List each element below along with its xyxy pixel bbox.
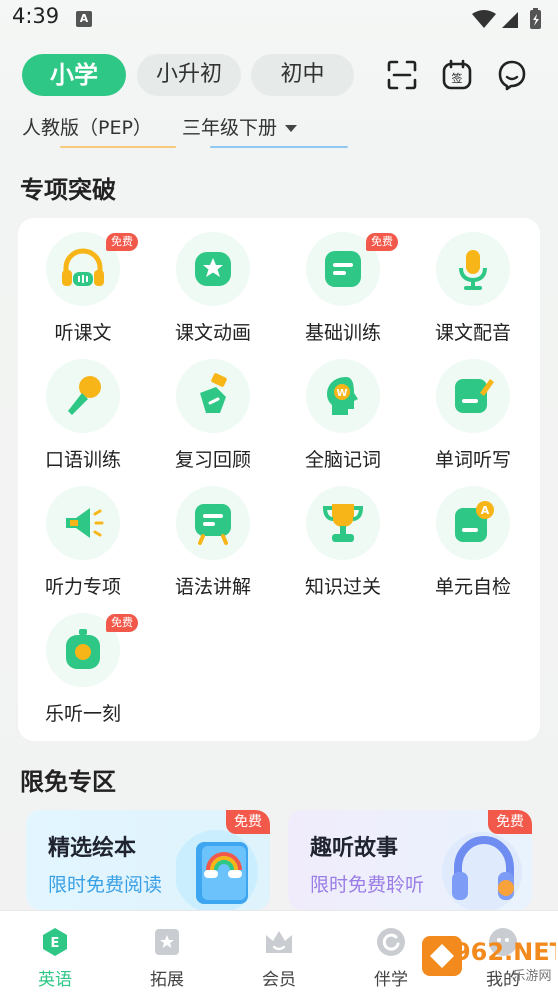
status-time: 4:39: [12, 4, 60, 28]
grade-label: 三年级下册: [182, 117, 278, 139]
item-icon-bg: [176, 486, 250, 560]
item-label: 课文动画: [174, 322, 251, 344]
item-icon-bg: [306, 486, 380, 560]
promo-picture-books[interactable]: 精选绘本 限时免费阅读 免费: [26, 810, 270, 910]
speaker-icon: [66, 508, 104, 538]
scan-icon[interactable]: [385, 58, 419, 92]
nav-label: 拓展: [150, 970, 184, 990]
item-listening[interactable]: 听力专项: [18, 472, 148, 598]
section-title-free-zone: 限免专区: [20, 768, 116, 796]
decor-underline: [60, 146, 176, 148]
item-icon-bg: [176, 359, 250, 433]
free-badge: 免费: [366, 233, 398, 251]
svg-text:E: E: [51, 936, 60, 951]
nav-label: 会员: [262, 970, 296, 990]
item-review[interactable]: 复习回顾: [148, 345, 278, 471]
special-card: 免费 听课文 课文动画 免费 基础训练 课文配音 口语训练 复习回顾 W 全脑记…: [18, 218, 540, 741]
svg-text:签: 签: [452, 71, 463, 85]
chevron-down-icon: [285, 125, 298, 132]
nav-label: 英语: [38, 970, 72, 990]
nav-expand[interactable]: 拓展: [122, 925, 212, 990]
item-knowledge-pass[interactable]: 知识过关: [278, 472, 408, 598]
companion-icon: [377, 928, 405, 956]
item-text-dubbing[interactable]: 课文配音: [408, 218, 538, 344]
svg-text:乐游网: 乐游网: [512, 969, 551, 984]
promo-fun-stories[interactable]: 趣听故事 限时免费聆听 免费: [288, 810, 532, 910]
microphone-icon: [459, 250, 487, 290]
status-bar: 4:39 A: [0, 0, 558, 40]
section-title-special: 专项突破: [20, 176, 116, 204]
svg-text:A: A: [481, 504, 490, 517]
english-icon: E: [43, 928, 67, 956]
item-icon-bg: W: [306, 359, 380, 433]
item-unit-check[interactable]: A 单元自检: [408, 472, 538, 598]
item-label: 复习回顾: [174, 449, 251, 471]
headset-icon: [442, 832, 522, 910]
signal-battery-icon: [472, 8, 541, 29]
tab-primary-school[interactable]: 小学: [22, 54, 126, 96]
timer-icon: [66, 629, 100, 669]
handheld-mic-icon: [68, 376, 101, 415]
top-bar: 小学 小升初 初中 签: [0, 50, 558, 102]
trophy-icon: [322, 504, 364, 542]
free-badge: 免费: [226, 810, 270, 834]
notification-icon: A: [76, 11, 92, 27]
tab-junior-high[interactable]: 初中: [251, 54, 354, 96]
tv-star-icon: [195, 252, 231, 286]
promo-title: 精选绘本: [48, 836, 137, 861]
item-label: 知识过关: [304, 576, 381, 598]
item-brain-words[interactable]: W 全脑记词: [278, 345, 408, 471]
textbook-publisher[interactable]: 人教版（PEP）: [22, 113, 152, 140]
item-label: 单词听写: [434, 449, 511, 471]
svg-text:W: W: [336, 388, 347, 399]
item-grammar[interactable]: 语法讲解: [148, 472, 278, 598]
picture-book-icon: [176, 830, 258, 910]
headphones-icon: [62, 248, 104, 286]
item-icon-bg: [46, 486, 120, 560]
nav-member[interactable]: 会员: [234, 925, 324, 990]
item-label: 基础训练: [304, 322, 381, 344]
decor-underline: [210, 146, 348, 148]
item-label: 单元自检: [434, 576, 511, 598]
item-icon-bg: [176, 232, 250, 306]
expand-icon: [155, 929, 179, 955]
free-badge: 免费: [106, 614, 138, 632]
brain-head-icon: W: [327, 377, 358, 415]
item-label: 听力专项: [44, 576, 121, 598]
promo-title: 趣听故事: [310, 836, 399, 861]
message-icon[interactable]: [495, 58, 529, 92]
item-label: 课文配音: [434, 322, 511, 344]
item-listen-text[interactable]: 免费 听课文: [18, 218, 148, 344]
free-badge: 免费: [488, 810, 532, 834]
item-icon-bg: [436, 359, 510, 433]
promo-subtitle: 限时免费阅读: [48, 874, 163, 896]
watermark-logo: 962.NET 乐游网: [422, 936, 556, 984]
review-book-icon: [200, 373, 227, 413]
item-label: 口语训练: [44, 449, 121, 471]
grade-dropdown[interactable]: 三年级下册: [182, 113, 298, 140]
member-crown-icon: [266, 931, 292, 953]
item-label: 语法讲解: [174, 576, 251, 598]
svg-text:962.NET: 962.NET: [454, 938, 556, 966]
tab-junior-transition[interactable]: 小升初: [137, 54, 241, 96]
chat-card-icon: [325, 251, 361, 287]
grammar-card-icon: [195, 504, 231, 545]
item-label: 全脑记词: [304, 449, 381, 471]
dictation-pen-icon: [455, 379, 494, 413]
item-text-animation[interactable]: 课文动画: [148, 218, 278, 344]
item-label: 听课文: [54, 322, 112, 344]
item-icon-bg: [46, 359, 120, 433]
item-icon-bg: [436, 232, 510, 306]
self-check-icon: A: [455, 501, 494, 542]
item-label: 乐听一刻: [44, 703, 121, 725]
promo-subtitle: 限时免费聆听: [310, 874, 425, 896]
free-badge: 免费: [106, 233, 138, 251]
item-word-dictation[interactable]: 单词听写: [408, 345, 538, 471]
sign-in-icon[interactable]: 签: [440, 58, 474, 92]
item-fun-listen[interactable]: 免费 乐听一刻: [18, 599, 148, 725]
nav-english[interactable]: E 英语: [10, 925, 100, 990]
item-oral-training[interactable]: 口语训练: [18, 345, 148, 471]
item-basic-training[interactable]: 免费 基础训练: [278, 218, 408, 344]
item-icon-bg: A: [436, 486, 510, 560]
